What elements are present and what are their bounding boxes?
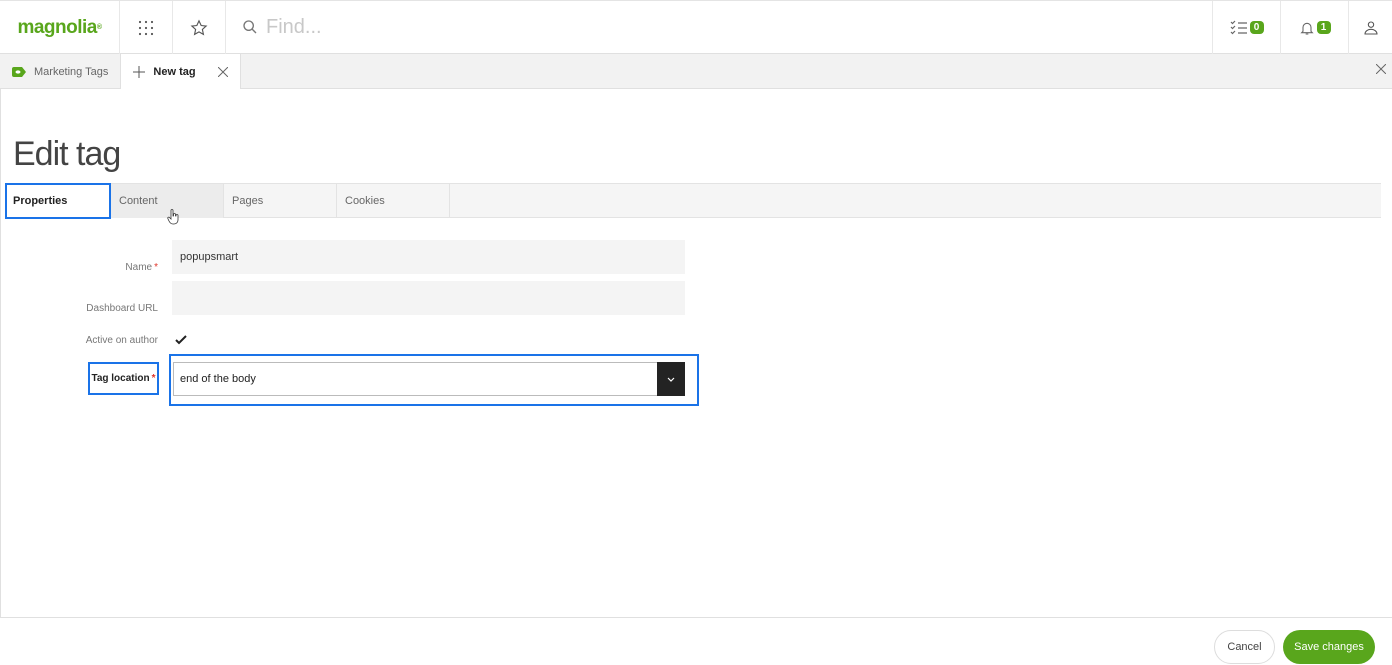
notifications-count-badge: 1 bbox=[1316, 21, 1331, 34]
top-bar: magnolia® 0 1 bbox=[0, 0, 1392, 54]
task-list-icon bbox=[1230, 20, 1247, 34]
user-menu-button[interactable] bbox=[1348, 1, 1392, 54]
active-on-author-checkbox[interactable] bbox=[175, 335, 187, 345]
dashboard-url-input[interactable] bbox=[172, 281, 685, 315]
close-tab-icon[interactable] bbox=[217, 67, 228, 77]
footer-actions: Cancel Save changes bbox=[0, 617, 1392, 665]
name-row: Name * bbox=[1, 250, 158, 284]
tab-cookies[interactable]: Cookies bbox=[337, 184, 450, 218]
tag-location-select[interactable]: end of the body bbox=[173, 362, 685, 396]
tag-location-label: Tag location * bbox=[88, 362, 159, 395]
active-on-author-row: Active on author bbox=[1, 332, 158, 348]
search-icon bbox=[243, 20, 257, 34]
magnolia-logo[interactable]: magnolia ® bbox=[0, 1, 120, 54]
dashboard-url-label: Dashboard URL bbox=[86, 302, 158, 314]
active-on-author-label: Active on author bbox=[85, 334, 158, 346]
dashboard-url-row: Dashboard URL bbox=[1, 291, 158, 325]
tag-location-value: end of the body bbox=[180, 373, 256, 385]
app-launcher-button[interactable] bbox=[120, 1, 173, 54]
plus-icon bbox=[133, 66, 146, 78]
name-input[interactable] bbox=[172, 240, 685, 274]
name-label: Name * bbox=[125, 261, 158, 273]
favorites-button[interactable] bbox=[173, 1, 226, 54]
close-icon[interactable] bbox=[1376, 64, 1386, 74]
tag-icon bbox=[12, 66, 26, 77]
notifications-button[interactable]: 1 bbox=[1280, 1, 1348, 54]
page-title: Edit tag bbox=[13, 135, 121, 173]
hand-cursor-icon bbox=[167, 209, 179, 225]
tab-label: New tag bbox=[153, 66, 196, 78]
form-tabs: Properties Content Pages Cookies bbox=[5, 183, 1381, 219]
save-changes-button[interactable]: Save changes bbox=[1283, 630, 1375, 664]
search-input[interactable] bbox=[266, 15, 666, 39]
grid-icon bbox=[138, 20, 154, 35]
cancel-button[interactable]: Cancel bbox=[1214, 630, 1275, 664]
app-tab-bar: Marketing Tags New tag bbox=[0, 54, 1392, 90]
logo-text: magnolia bbox=[17, 16, 97, 38]
tab-new-tag[interactable]: New tag bbox=[120, 54, 241, 90]
user-icon bbox=[1363, 20, 1378, 35]
bell-icon bbox=[1299, 22, 1314, 35]
tab-marketing-tags[interactable]: Marketing Tags bbox=[0, 54, 120, 89]
tasks-button[interactable]: 0 bbox=[1212, 1, 1280, 54]
tasks-count-badge: 0 bbox=[1249, 21, 1264, 34]
star-icon bbox=[190, 19, 208, 35]
chevron-down-icon bbox=[667, 377, 675, 382]
search-bar bbox=[226, 1, 1212, 53]
dropdown-toggle[interactable] bbox=[657, 362, 685, 396]
editor-panel: Edit tag Properties Content Pages Cookie… bbox=[0, 89, 1392, 617]
tab-pages[interactable]: Pages bbox=[224, 184, 337, 218]
tab-label: Marketing Tags bbox=[34, 65, 109, 78]
tab-properties[interactable]: Properties bbox=[5, 183, 111, 219]
